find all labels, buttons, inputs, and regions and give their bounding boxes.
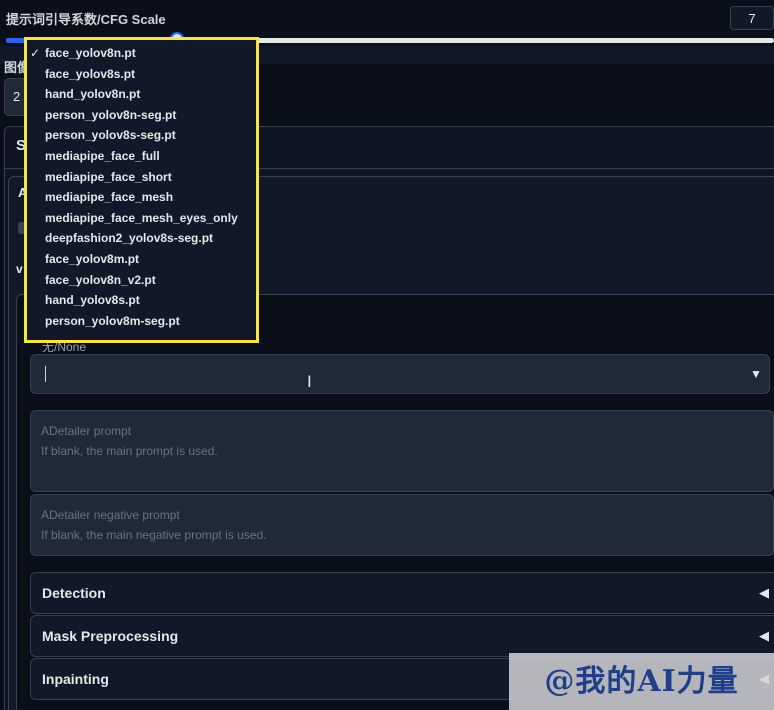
- detection-accordion-label: Detection: [42, 585, 106, 601]
- dropdown-option[interactable]: face_yolov8n.pt: [45, 46, 136, 60]
- watermark-logo: @我的AI力量: [509, 653, 774, 710]
- dropdown-option[interactable]: mediapipe_face_full: [45, 149, 160, 163]
- dropdown-option[interactable]: hand_yolov8n.pt: [45, 87, 140, 101]
- adetailer-negative-prompt-placeholder: If blank, the main negative prompt is us…: [41, 528, 267, 542]
- caret-left-icon: ◀: [759, 628, 769, 643]
- model-dropdown-list: face_yolov8n.pt ✓ face_yolov8s.pt hand_yolo…: [24, 37, 259, 343]
- dropdown-option[interactable]: face_yolov8s.pt: [45, 67, 135, 81]
- version-label: v: [16, 262, 23, 276]
- dropdown-option[interactable]: mediapipe_face_mesh: [45, 190, 173, 204]
- adetailer-model-select[interactable]: [30, 354, 770, 394]
- dropdown-option[interactable]: face_yolov8m.pt: [45, 252, 139, 266]
- dropdown-option[interactable]: face_yolov8n_v2.pt: [45, 273, 156, 287]
- adetailer-negative-prompt-textarea[interactable]: ADetailer negative prompt If blank, the …: [30, 494, 774, 556]
- inpainting-accordion-label: Inpainting: [42, 671, 109, 687]
- dropdown-option[interactable]: person_yolov8m-seg.pt: [45, 314, 180, 328]
- detection-accordion[interactable]: Detection ◀: [30, 572, 774, 614]
- adetailer-prompt-textarea[interactable]: ADetailer prompt If blank, the main prom…: [30, 410, 774, 492]
- cfg-scale-label: 提示词引导系数/CFG Scale: [6, 12, 166, 27]
- dropdown-option[interactable]: hand_yolov8s.pt: [45, 293, 140, 307]
- dropdown-option[interactable]: mediapipe_face_mesh_eyes_only: [45, 211, 238, 225]
- adetailer-settings-page: 提示词引导系数/CFG Scale 7 图像 2 S A v 无/None I …: [0, 0, 774, 710]
- ibeam-cursor-icon: I: [307, 372, 312, 391]
- adetailer-negative-prompt-label: ADetailer negative prompt: [41, 508, 180, 522]
- chevron-down-icon[interactable]: ▼: [750, 367, 762, 381]
- caret-left-icon: ◀: [759, 585, 769, 600]
- checkmark-icon: ✓: [30, 46, 41, 60]
- cfg-scale-value-input[interactable]: 7: [730, 6, 774, 30]
- mask-preprocessing-accordion[interactable]: Mask Preprocessing ◀: [30, 615, 774, 657]
- dropdown-option[interactable]: deepfashion2_yolov8s-seg.pt: [45, 231, 213, 245]
- adetailer-prompt-placeholder: If blank, the main prompt is used.: [41, 444, 218, 458]
- dropdown-option[interactable]: mediapipe_face_short: [45, 170, 172, 184]
- dropdown-option[interactable]: person_yolov8n-seg.pt: [45, 108, 176, 122]
- mask-preprocessing-accordion-label: Mask Preprocessing: [42, 628, 179, 644]
- adetailer-prompt-label: ADetailer prompt: [41, 424, 132, 438]
- text-caret: [45, 366, 46, 382]
- dropdown-option[interactable]: person_yolov8s-seg.pt: [45, 128, 176, 142]
